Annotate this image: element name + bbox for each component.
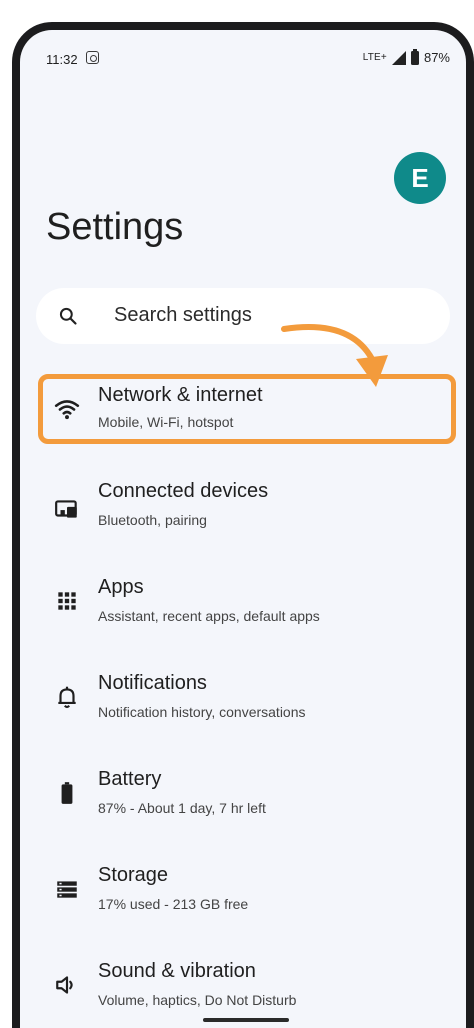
settings-item-subtitle: 17% used - 213 GB free xyxy=(98,896,249,912)
settings-item-subtitle: Bluetooth, pairing xyxy=(98,512,207,528)
settings-item-subtitle: Assistant, recent apps, default apps xyxy=(98,608,320,624)
settings-item-title: Connected devices xyxy=(98,480,269,502)
signal-icon xyxy=(391,50,406,65)
settings-item-subtitle: 87% - About 1 day, 7 hr left xyxy=(98,800,266,816)
settings-item-title: Notifications xyxy=(98,672,207,694)
settings-item-sound[interactable]: Sound & vibration Volume, haptics, Do No… xyxy=(20,950,466,1028)
settings-item-battery[interactable]: Battery 87% - About 1 day, 7 hr left xyxy=(20,758,466,838)
settings-item-network[interactable]: Network & internet Mobile, Wi-Fi, hotspo… xyxy=(20,374,466,454)
phone-frame: 11:32 LTE+ 87% E Settings Search setting… xyxy=(12,22,474,1028)
account-avatar[interactable]: E xyxy=(394,152,446,204)
wifi-icon xyxy=(54,400,80,420)
screen: 11:32 LTE+ 87% E Settings Search setting… xyxy=(20,30,466,1028)
search-placeholder: Search settings xyxy=(114,304,252,326)
camera-notification-icon xyxy=(86,51,99,64)
connected-devices-icon xyxy=(55,500,77,518)
page-title: Settings xyxy=(46,206,184,248)
settings-item-title: Storage xyxy=(98,864,169,886)
settings-item-apps[interactable]: Apps Assistant, recent apps, default app… xyxy=(20,566,466,646)
battery-status-icon xyxy=(410,48,419,65)
settings-item-title: Battery xyxy=(98,768,162,790)
settings-item-subtitle: Mobile, Wi-Fi, hotspot xyxy=(98,414,234,430)
settings-item-subtitle: Notification history, conversations xyxy=(98,704,306,720)
settings-item-title: Apps xyxy=(98,576,144,598)
bell-icon xyxy=(58,686,76,709)
status-indicators: LTE+ 87% xyxy=(362,48,450,65)
settings-item-notifications[interactable]: Notifications Notification history, conv… xyxy=(20,662,466,742)
settings-item-subtitle: Volume, haptics, Do Not Disturb xyxy=(98,992,297,1008)
storage-icon xyxy=(57,881,77,898)
status-time: 11:32 xyxy=(46,52,78,67)
speaker-icon xyxy=(56,976,73,994)
apps-grid-icon xyxy=(58,592,76,610)
home-indicator[interactable] xyxy=(203,1018,289,1022)
battery-icon xyxy=(61,782,73,804)
settings-item-connected-devices[interactable]: Connected devices Bluetooth, pairing xyxy=(20,470,466,550)
settings-item-storage[interactable]: Storage 17% used - 213 GB free xyxy=(20,854,466,934)
status-bar: 11:32 LTE+ 87% xyxy=(20,30,466,82)
search-icon xyxy=(59,307,77,325)
battery-percentage: 87% xyxy=(423,50,450,65)
settings-item-title: Network & internet xyxy=(98,384,263,406)
network-type-label: LTE+ xyxy=(362,52,387,63)
settings-item-title: Sound & vibration xyxy=(98,960,256,982)
